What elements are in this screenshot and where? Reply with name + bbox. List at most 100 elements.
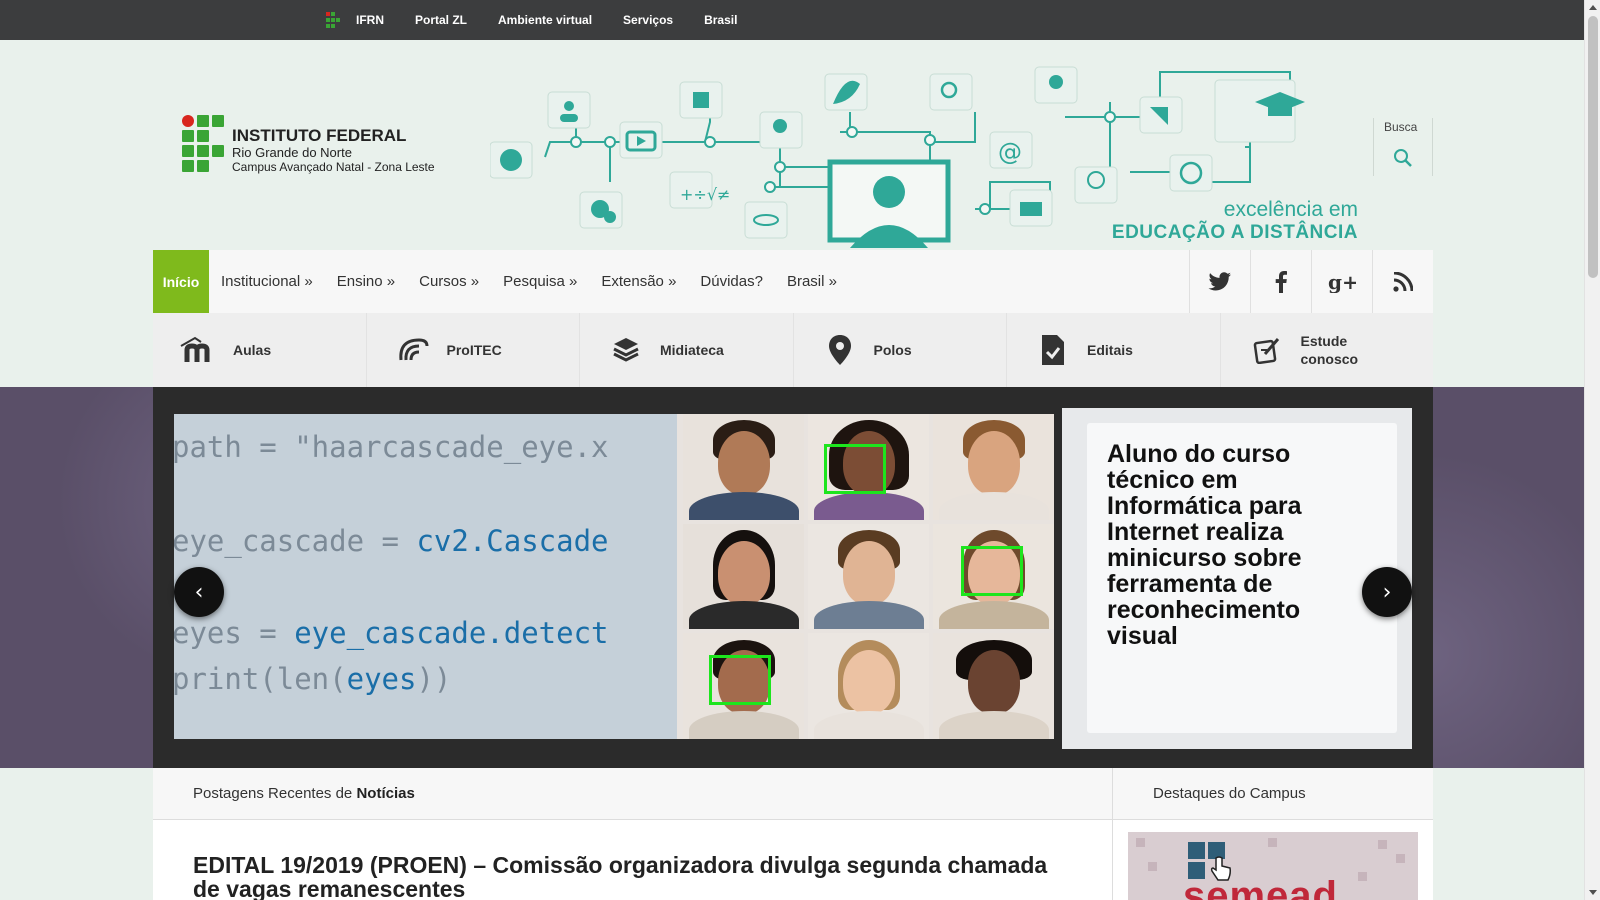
nav-item-pesquisa[interactable]: Pesquisa » — [503, 273, 577, 290]
code-text: eyes — [346, 662, 417, 696]
rss-icon[interactable] — [1372, 250, 1433, 313]
face-photo — [933, 523, 1054, 630]
top-bar: IFRN Portal ZL Ambiente virtual Serviços… — [0, 0, 1584, 40]
brand-title: INSTITUTO FEDERAL — [232, 126, 407, 145]
face-photo — [683, 414, 804, 520]
quick-link-editais[interactable]: Editais — [1007, 313, 1221, 387]
post-title-link[interactable]: EDITAL 19/2019 (PROEN) – Comissão organi… — [193, 853, 1073, 900]
vertical-scrollbar[interactable] — [1584, 0, 1600, 900]
sidebar-header: Destaques do Campus — [1113, 768, 1433, 820]
scroll-down-icon[interactable] — [1589, 890, 1597, 895]
search-label: Busca — [1384, 120, 1418, 134]
code-line: path = "haarcascade_eye.x — [174, 430, 609, 464]
quick-link-label: Polos — [873, 342, 912, 358]
quick-link-estude-conosco[interactable]: Estude conosco — [1221, 313, 1434, 387]
face-photo — [683, 633, 804, 739]
face-photo — [808, 633, 929, 739]
nav-item-brasil[interactable]: Brasil » — [787, 273, 837, 290]
section-title-prefix: Postagens Recentes de — [193, 785, 357, 802]
quick-link-label: Editais — [1087, 342, 1133, 358]
nav-item-duvidas[interactable]: Dúvidas? — [700, 273, 763, 290]
quick-links: Aulas ProITEC Midiateca Polos Editais Es… — [153, 313, 1433, 387]
face-photo — [808, 414, 929, 520]
quick-link-midiateca[interactable]: Midiateca — [580, 313, 794, 387]
social-links: g+ — [1189, 250, 1433, 313]
quick-link-proitec[interactable]: ProITEC — [367, 313, 580, 387]
svg-text:g+: g+ — [1328, 271, 1356, 293]
face-photo — [933, 633, 1054, 739]
semead-banner[interactable]: semead — [1128, 832, 1418, 900]
nav-item-ensino[interactable]: Ensino » — [337, 273, 395, 290]
face-detection-box — [961, 545, 1023, 596]
google-plus-icon[interactable]: g+ — [1311, 250, 1372, 313]
chevron-left-icon: ‹ — [194, 579, 204, 605]
twitter-icon[interactable] — [1189, 250, 1250, 313]
face-photo — [808, 523, 929, 630]
brand-campus: Campus Avançado Natal - Zona Leste — [232, 160, 435, 174]
featured-slider: path = "haarcascade_eye.x eye_cascade = … — [0, 387, 1584, 768]
code-snippet: path = "haarcascade_eye.x eye_cascade = … — [174, 414, 677, 739]
code-line: eyes = eye_cascade.detect — [174, 616, 609, 650]
face-photo — [683, 523, 804, 630]
svg-text:+÷√≠: +÷√≠ — [680, 185, 730, 204]
top-link-ambiente-virtual[interactable]: Ambiente virtual — [498, 13, 592, 27]
svg-text:@: @ — [998, 138, 1022, 166]
slide-image[interactable]: path = "haarcascade_eye.x eye_cascade = … — [174, 414, 1054, 739]
nav-home[interactable]: Início — [153, 250, 209, 313]
slogan-line-2: EDUCAÇÃO A DISTÂNCIA — [1111, 222, 1358, 243]
code-text: eye_cascade = — [174, 524, 417, 558]
face-detection-box — [709, 655, 771, 706]
code-text: eye_cascade.detect — [294, 616, 609, 650]
top-link-servicos[interactable]: Serviços — [623, 13, 673, 27]
slogan-line-1: excelência em — [1223, 198, 1358, 221]
code-text: )) — [416, 662, 452, 696]
slider-prev-button[interactable]: ‹ — [174, 567, 224, 617]
facebook-icon[interactable] — [1250, 250, 1311, 313]
pencil-note-icon — [1247, 333, 1287, 367]
ifrn-mini-logo-icon — [326, 12, 340, 29]
nav-item-institucional[interactable]: Institucional » — [221, 273, 313, 290]
sidebar-body: semead — [1113, 820, 1433, 900]
slide-caption[interactable]: Aluno do curso técnico em Informática pa… — [1107, 441, 1377, 649]
quick-link-label: Estude conosco — [1300, 333, 1359, 367]
top-links: IFRN Portal ZL Ambiente virtual Serviços… — [356, 0, 768, 40]
quick-link-polos[interactable]: Polos — [794, 313, 1007, 387]
slide-caption-card[interactable]: Aluno do curso técnico em Informática pa… — [1087, 423, 1397, 733]
face-photo — [933, 414, 1054, 520]
brand-subtitle: Rio Grande do Norte — [232, 145, 352, 160]
scrollbar-thumb[interactable] — [1588, 16, 1598, 278]
banner-illustration: +÷√≠ @ — [490, 66, 1305, 248]
nav-item-extensao[interactable]: Extensão » — [601, 273, 676, 290]
section-title-bold: Notícias — [356, 785, 415, 802]
top-link-brasil[interactable]: Brasil — [704, 13, 737, 27]
sidebar-title: Destaques do Campus — [1153, 785, 1306, 802]
code-text: path = "haarcascade_eye.x — [174, 430, 609, 464]
main-nav: Início Institucional » Ensino » Cursos »… — [153, 250, 1433, 313]
moodle-icon — [179, 333, 219, 367]
map-pin-icon — [820, 333, 860, 367]
code-line: eye_cascade = cv2.Cascade — [174, 524, 609, 558]
search-box[interactable]: Busca — [1373, 118, 1433, 176]
code-text: eyes = — [174, 616, 295, 650]
document-check-icon — [1033, 333, 1073, 367]
chevron-right-icon: › — [1382, 579, 1392, 605]
quick-link-aulas[interactable]: Aulas — [153, 313, 367, 387]
ifrn-logo-icon — [182, 115, 226, 173]
code-text: print(len( — [174, 662, 347, 696]
recent-posts-header: Postagens Recentes de Notícias — [153, 768, 1113, 820]
top-link-portal-zl[interactable]: Portal ZL — [415, 13, 467, 27]
quick-link-label: Midiateca — [660, 342, 724, 358]
slider-next-button[interactable]: › — [1362, 567, 1412, 617]
nav-items: Institucional » Ensino » Cursos » Pesqui… — [221, 250, 861, 313]
face-detection-box — [824, 444, 886, 494]
search-icon[interactable] — [1393, 148, 1413, 168]
quick-link-label: ProITEC — [446, 342, 502, 358]
code-line: print(len(eyes)) — [174, 662, 451, 696]
slide-caption-panel: Aluno do curso técnico em Informática pa… — [1062, 408, 1412, 749]
semead-wordmark: semead — [1183, 874, 1338, 900]
top-link-ifrn[interactable]: IFRN — [356, 13, 384, 27]
quick-link-label: Aulas — [233, 342, 272, 358]
posts-list: EDITAL 19/2019 (PROEN) – Comissão organi… — [153, 820, 1113, 900]
scroll-up-icon[interactable] — [1589, 5, 1597, 10]
nav-item-cursos[interactable]: Cursos » — [419, 273, 479, 290]
